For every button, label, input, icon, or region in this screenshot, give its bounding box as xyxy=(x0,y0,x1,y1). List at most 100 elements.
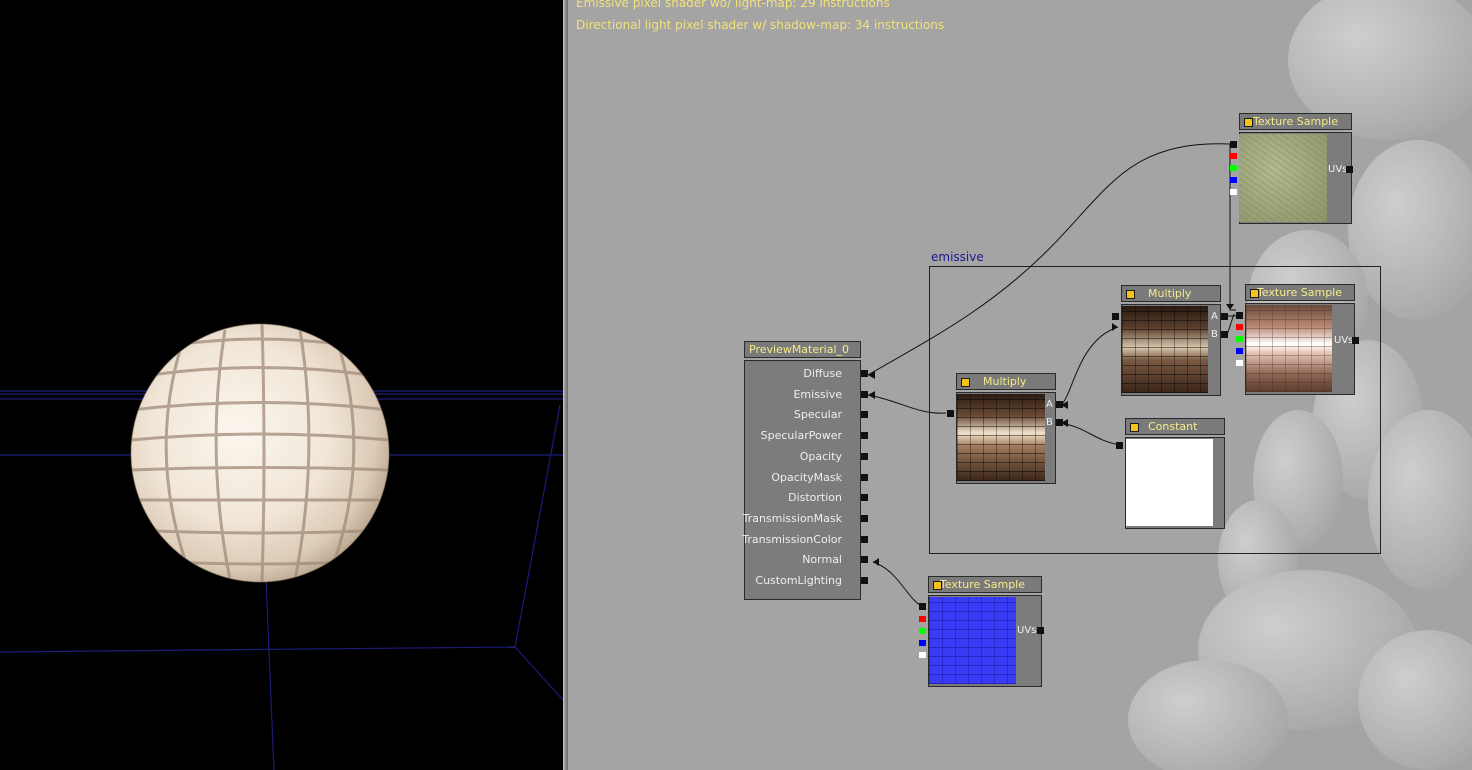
material-input-specularpower[interactable]: SpecularPower xyxy=(744,429,868,443)
node-title-bar[interactable]: Texture Sample xyxy=(1245,284,1355,301)
material-input-pin[interactable] xyxy=(861,514,868,522)
material-input-pin[interactable] xyxy=(861,535,868,543)
material-input-pin[interactable] xyxy=(861,452,868,460)
viewport-grid xyxy=(0,323,563,770)
material-input-pin[interactable] xyxy=(861,370,868,377)
input-a-pin[interactable] xyxy=(1056,401,1063,408)
texture-sample-node-bottom[interactable]: Texture Sample UVs xyxy=(919,576,1044,687)
uvs-input-label: UVs xyxy=(1334,335,1354,346)
node-title: Constant xyxy=(1148,420,1198,433)
material-input-label: TransmissionColor xyxy=(742,532,842,546)
input-b-pin[interactable] xyxy=(1056,419,1063,426)
material-input-label: Diffuse xyxy=(803,367,842,380)
green-channel-pin[interactable] xyxy=(1230,165,1237,171)
node-title: Multiply xyxy=(1148,287,1192,300)
output-pin[interactable] xyxy=(1112,313,1119,320)
material-input-opacity[interactable]: Opacity xyxy=(744,449,868,464)
input-b-label: B xyxy=(1046,417,1053,428)
input-b-pin[interactable] xyxy=(1221,331,1228,338)
material-input-diffuse[interactable]: Diffuse xyxy=(744,367,868,381)
node-title: Multiply xyxy=(983,375,1027,388)
node-title-bar[interactable]: Multiply xyxy=(956,373,1056,390)
material-input-opacitymask[interactable]: OpacityMask xyxy=(744,470,868,485)
texture-sample-node-middle[interactable]: Texture Sample UVs xyxy=(1236,284,1359,395)
green-channel-pin[interactable] xyxy=(919,628,926,634)
multiply-preview-thumbnail xyxy=(1122,306,1208,393)
material-input-transmissioncolor[interactable]: TransmissionColor xyxy=(742,532,868,547)
material-input-label: Opacity xyxy=(799,449,842,463)
preview-material-node[interactable]: PreviewMaterial_0 Diffuse Emissive Specula… xyxy=(742,341,868,600)
material-input-label: TransmissionMask xyxy=(742,511,842,525)
multiply-preview-thumbnail xyxy=(957,394,1045,481)
material-input-transmissionmask[interactable]: TransmissionMask xyxy=(742,511,868,526)
node-indicator-icon xyxy=(1244,118,1253,127)
material-input-specular[interactable]: Specular xyxy=(744,408,868,422)
output-pin[interactable] xyxy=(1116,442,1123,449)
rgb-output-pin[interactable] xyxy=(1230,141,1237,148)
rgb-output-pin[interactable] xyxy=(919,603,926,610)
node-title-bar[interactable]: Multiply xyxy=(1121,285,1221,302)
material-input-label: OpacityMask xyxy=(771,470,842,484)
texture-preview-thumbnail xyxy=(929,597,1016,684)
material-input-normal[interactable]: Normal xyxy=(744,553,868,567)
multiply-node-top[interactable]: Multiply A B xyxy=(1112,285,1228,396)
uvs-input-label: UVs xyxy=(1017,625,1037,636)
texture-preview-thumbnail xyxy=(1246,305,1332,392)
input-a-label: A xyxy=(1046,399,1053,410)
constant-preview-thumbnail xyxy=(1126,439,1213,526)
node-title-bar[interactable]: Texture Sample xyxy=(1239,113,1352,130)
uvs-input-pin[interactable] xyxy=(1352,337,1359,344)
blue-channel-pin[interactable] xyxy=(1230,177,1237,183)
red-channel-pin[interactable] xyxy=(1236,324,1243,330)
node-title: Texture Sample xyxy=(1257,286,1343,299)
blue-channel-pin[interactable] xyxy=(1236,348,1243,354)
red-channel-pin[interactable] xyxy=(919,616,926,622)
material-input-pin[interactable] xyxy=(861,577,868,584)
material-input-pin[interactable] xyxy=(861,473,868,481)
alpha-channel-pin[interactable] xyxy=(1236,360,1243,366)
directional-shader-stats: Directional light pixel shader w/ shadow… xyxy=(576,18,945,32)
material-graph-canvas[interactable]: Emissive pixel shader wo/ light-map: 29 … xyxy=(568,0,1472,770)
material-input-pin[interactable] xyxy=(861,390,868,398)
material-input-pin[interactable] xyxy=(861,432,868,440)
uvs-input-pin[interactable] xyxy=(1346,166,1353,173)
material-input-pin[interactable] xyxy=(861,494,868,502)
uvs-input-label: UVs xyxy=(1328,164,1348,175)
node-indicator-icon xyxy=(1130,423,1139,432)
material-input-pin[interactable] xyxy=(861,556,868,564)
material-input-label: Distortion xyxy=(788,491,842,505)
node-indicator-icon xyxy=(1126,290,1135,299)
uvs-input-pin[interactable] xyxy=(1037,627,1044,634)
node-title: PreviewMaterial_0 xyxy=(749,343,850,356)
alpha-channel-pin[interactable] xyxy=(919,652,926,658)
constant-node[interactable]: Constant xyxy=(1116,418,1225,529)
rgb-output-pin[interactable] xyxy=(1236,312,1243,319)
input-a-pin[interactable] xyxy=(1221,313,1228,320)
emissive-shader-stats: Emissive pixel shader wo/ light-map: 29 … xyxy=(576,0,890,10)
multiply-node-bottom[interactable]: Multiply A B xyxy=(947,373,1063,484)
preview-viewport[interactable] xyxy=(0,0,563,770)
input-b-label: B xyxy=(1211,329,1218,340)
material-input-label: Emissive xyxy=(793,387,842,401)
node-title-bar[interactable]: Constant xyxy=(1125,418,1225,435)
red-channel-pin[interactable] xyxy=(1230,153,1237,159)
material-input-emissive[interactable]: Emissive xyxy=(744,387,868,402)
node-title: Texture Sample xyxy=(1253,115,1339,128)
alpha-channel-pin[interactable] xyxy=(1230,189,1237,195)
texture-sample-node-top[interactable]: Texture Sample UVs xyxy=(1230,113,1353,224)
group-label-emissive: emissive xyxy=(931,250,984,264)
node-title-bar[interactable]: PreviewMaterial_0 xyxy=(744,341,861,358)
material-input-customlighting[interactable]: CustomLighting xyxy=(744,574,868,588)
green-channel-pin[interactable] xyxy=(1236,336,1243,342)
material-input-label: Specular xyxy=(793,408,842,422)
output-pin[interactable] xyxy=(947,410,954,417)
node-title: Texture Sample xyxy=(940,578,1026,591)
node-indicator-icon xyxy=(961,378,970,387)
preview-sphere xyxy=(130,323,390,583)
material-input-distortion[interactable]: Distortion xyxy=(744,491,868,505)
material-input-label: SpecularPower xyxy=(760,429,842,443)
texture-preview-thumbnail xyxy=(1239,134,1327,222)
material-input-pin[interactable] xyxy=(861,411,868,419)
node-title-bar[interactable]: Texture Sample xyxy=(928,576,1042,593)
blue-channel-pin[interactable] xyxy=(919,640,926,646)
